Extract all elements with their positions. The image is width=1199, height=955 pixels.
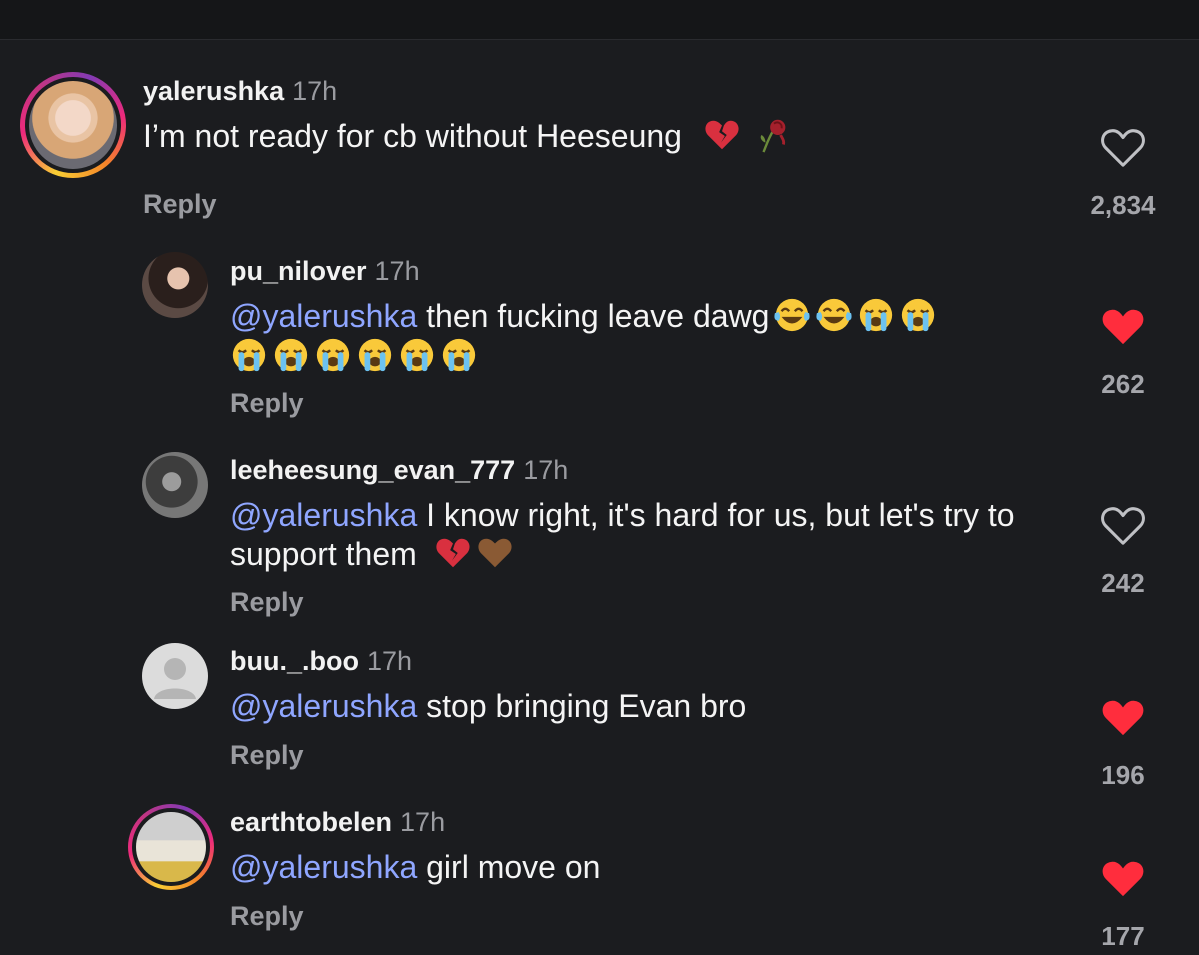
heart-outline-icon[interactable] <box>1100 127 1146 169</box>
loudly-crying-icon <box>442 338 476 372</box>
default-avatar-icon[interactable] <box>142 643 208 709</box>
username[interactable]: earthtobelen <box>230 807 392 837</box>
avatar <box>136 812 206 882</box>
username[interactable]: yalerushka <box>143 76 284 106</box>
story-ring[interactable] <box>128 804 214 890</box>
comment-text: @yalerushka girl move on <box>230 849 601 885</box>
comment-text: I’m not ready for cb without Heeseung <box>143 116 1043 155</box>
heart-outline-icon[interactable] <box>1100 505 1146 547</box>
reply-button[interactable]: Reply <box>230 740 304 771</box>
comment-text: @yalerushka I know right, it's hard for … <box>230 497 1015 572</box>
mention-link[interactable]: @yalerushka <box>230 849 417 885</box>
reply-button[interactable]: Reply <box>230 901 304 932</box>
heart-filled-icon[interactable] <box>1100 306 1146 348</box>
loudly-crying-icon <box>232 338 266 372</box>
username[interactable]: pu_nilover <box>230 256 367 286</box>
mention-link[interactable]: @yalerushka <box>230 688 417 724</box>
loudly-crying-icon <box>902 298 935 332</box>
like-count: 177 <box>1101 921 1145 951</box>
tears-of-joy-icon <box>774 298 811 332</box>
like-count: 262 <box>1101 369 1145 399</box>
reply-button[interactable]: Reply <box>230 388 304 419</box>
comment-text: @yalerushka stop bringing Evan bro <box>230 688 747 724</box>
brown-heart-icon <box>478 538 512 568</box>
timestamp: 17h <box>523 455 569 485</box>
mention-link[interactable]: @yalerushka <box>230 497 417 533</box>
like-count: 196 <box>1101 760 1145 790</box>
reply-button[interactable]: Reply <box>143 189 217 220</box>
heart-filled-icon[interactable] <box>1100 697 1146 739</box>
wilted-rose-icon <box>760 119 786 153</box>
username[interactable]: buu._.boo <box>230 646 359 676</box>
timestamp: 17h <box>292 76 338 106</box>
username[interactable]: leeheesung_evan_777 <box>230 455 515 485</box>
like-count: 2,834 <box>1090 190 1156 220</box>
loudly-crying-icon <box>860 298 893 332</box>
timestamp: 17h <box>366 646 413 676</box>
story-ring[interactable] <box>20 72 126 178</box>
timestamp: 17h <box>400 807 446 837</box>
comment-text: @yalerushka then fucking leave dawg <box>230 296 1060 376</box>
tears-of-joy-icon <box>816 298 853 332</box>
heart-filled-icon[interactable] <box>1100 858 1146 900</box>
avatar[interactable] <box>142 252 208 318</box>
broken-heart-icon <box>436 538 470 568</box>
loudly-crying-icon <box>274 338 308 372</box>
broken-heart-icon <box>705 120 739 150</box>
avatar <box>29 81 117 169</box>
timestamp: 17h <box>374 256 420 286</box>
like-count: 242 <box>1101 568 1145 598</box>
avatar[interactable] <box>142 452 208 518</box>
mention-link[interactable]: @yalerushka <box>230 298 417 334</box>
reply-button[interactable]: Reply <box>230 587 304 618</box>
top-bar <box>0 0 1199 40</box>
loudly-crying-icon <box>316 338 350 372</box>
loudly-crying-icon <box>358 338 392 372</box>
loudly-crying-icon <box>400 338 434 372</box>
